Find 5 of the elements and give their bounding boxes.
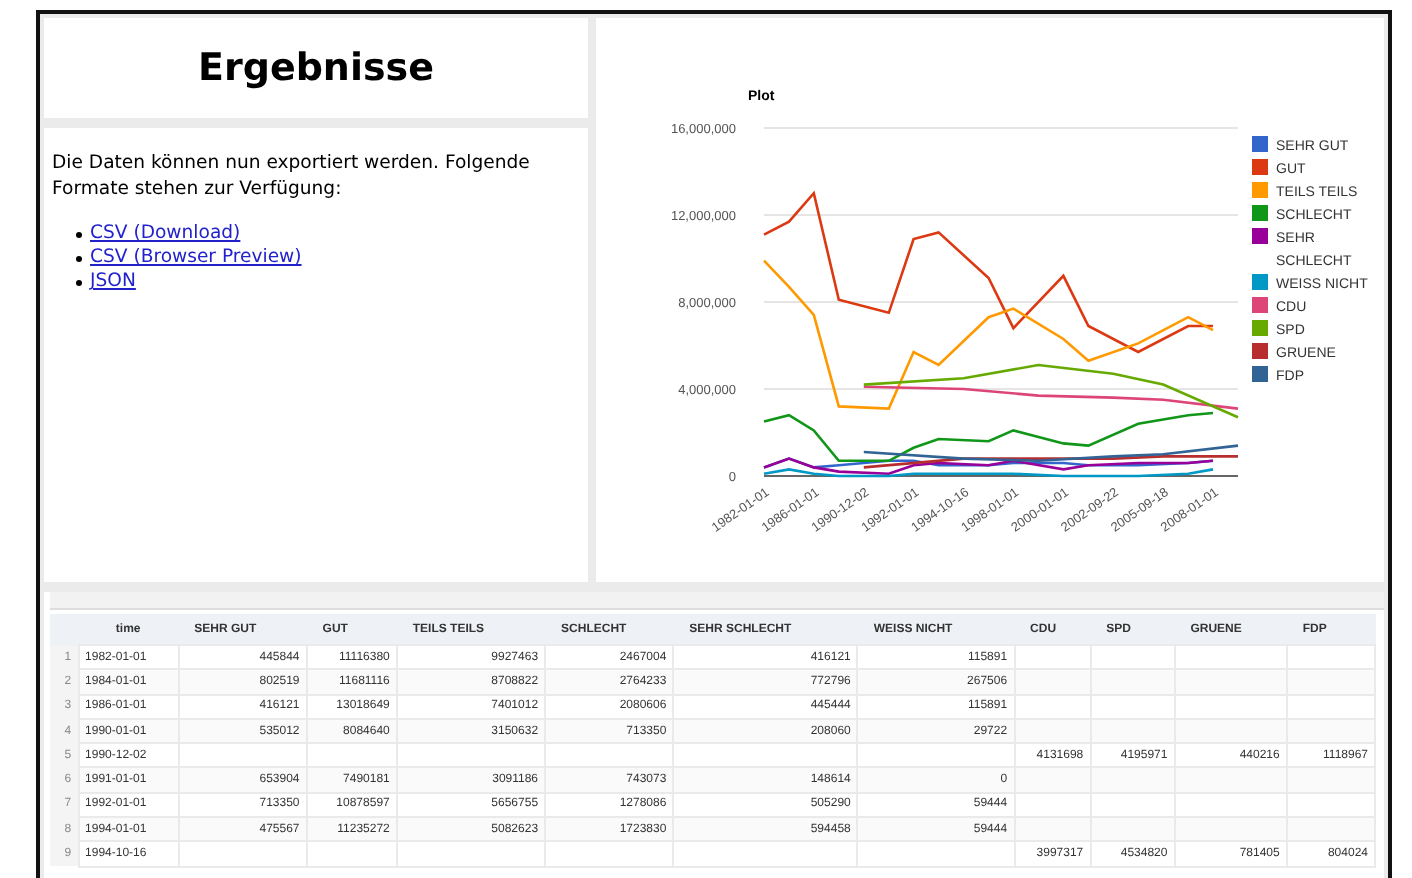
export-link[interactable]: JSON — [90, 270, 136, 295]
page-title: Ergebnisse — [198, 46, 434, 90]
intro-text: Die Daten können nun exportiert werden. Folgende Formate stehen zur Verfügung: — [52, 152, 532, 203]
export-link[interactable]: CSV (Download) — [90, 222, 241, 247]
export-link[interactable]: CSV (Browser Preview) — [90, 246, 302, 271]
